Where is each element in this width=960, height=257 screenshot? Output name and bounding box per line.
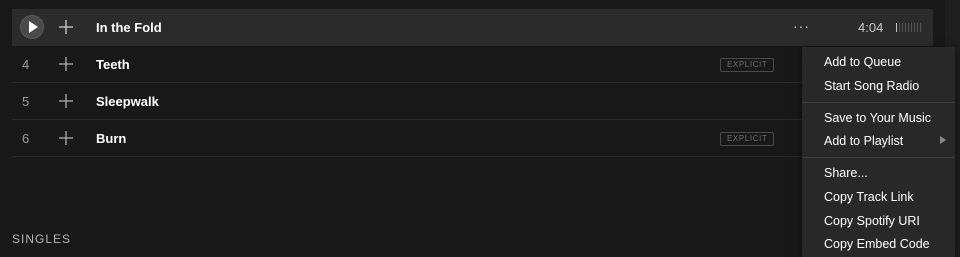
track-row[interactable]: In the Fold ··· 4:04 [12, 9, 933, 46]
play-button[interactable] [20, 15, 44, 39]
more-options-button[interactable]: ··· [793, 9, 810, 46]
track-title: In the Fold [96, 20, 162, 35]
track-title: Burn [96, 131, 127, 146]
menu-item-add-to-queue[interactable]: Add to Queue [824, 51, 901, 73]
section-heading-singles: SINGLES [12, 232, 72, 246]
album-tracklist-view: In the Fold ··· 4:04 4 Teeth EXPLICIT 5 … [0, 0, 960, 257]
track-duration: 4:04 [858, 20, 884, 35]
track-number: 5 [22, 94, 30, 109]
menu-item-copy-embed-code[interactable]: Copy Embed Code [824, 233, 930, 255]
add-icon[interactable] [58, 130, 74, 146]
submenu-arrow-icon [940, 136, 946, 144]
explicit-badge: EXPLICIT [720, 132, 775, 146]
add-icon[interactable] [58, 93, 74, 109]
menu-item-copy-track-link[interactable]: Copy Track Link [824, 186, 914, 208]
track-number: 6 [22, 131, 30, 146]
track-title: Teeth [96, 57, 130, 72]
menu-divider [802, 102, 955, 103]
menu-item-save-to-your-music[interactable]: Save to Your Music [824, 107, 931, 129]
track-number: 4 [22, 57, 30, 72]
add-icon[interactable] [58, 19, 74, 35]
play-icon [29, 21, 38, 33]
menu-divider [802, 157, 955, 158]
add-icon[interactable] [58, 56, 74, 72]
explicit-badge: EXPLICIT [720, 58, 775, 72]
menu-item-add-to-playlist[interactable]: Add to Playlist [824, 130, 903, 152]
track-row[interactable]: 6 Burn EXPLICIT [12, 120, 933, 157]
track-row[interactable]: 5 Sleepwalk [12, 83, 933, 120]
popularity-bar [896, 23, 924, 32]
track-context-menu: Add to Queue Start Song Radio Save to Yo… [802, 47, 955, 257]
track-list: In the Fold ··· 4:04 4 Teeth EXPLICIT 5 … [12, 9, 933, 157]
track-row[interactable]: 4 Teeth EXPLICIT [12, 46, 933, 83]
menu-item-copy-spotify-uri[interactable]: Copy Spotify URI [824, 210, 920, 232]
menu-item-start-song-radio[interactable]: Start Song Radio [824, 75, 919, 97]
menu-item-share[interactable]: Share... [824, 162, 868, 184]
track-title: Sleepwalk [96, 94, 159, 109]
